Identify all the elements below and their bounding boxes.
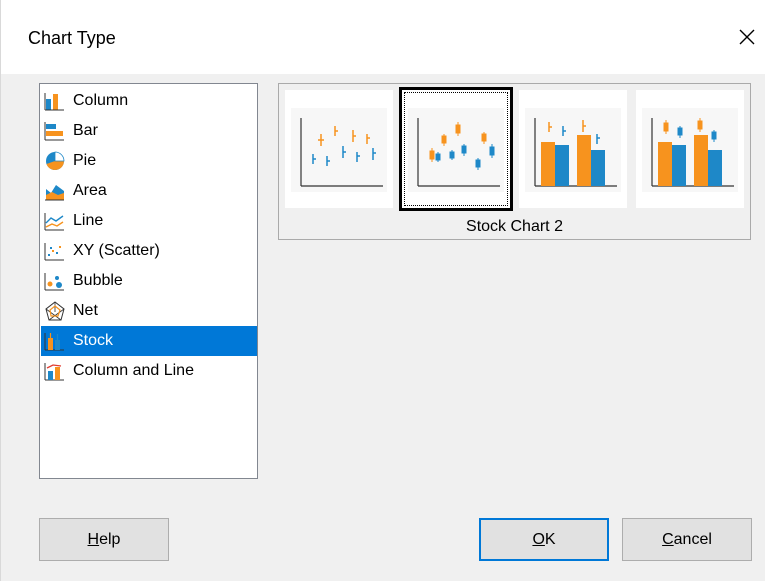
- chart-type-label: Bubble: [73, 272, 123, 289]
- chart-type-item-line[interactable]: Line: [41, 206, 257, 236]
- chart-type-label: Line: [73, 212, 104, 229]
- close-button[interactable]: [730, 20, 764, 54]
- chart-variant-panel: Stock Chart 2: [278, 83, 751, 240]
- chart-type-item-column-and-line[interactable]: Column and Line: [41, 356, 257, 386]
- chart-type-label: Stock: [73, 332, 114, 349]
- stock-chart-4-preview-icon: [642, 108, 738, 192]
- help-mnemonic: H: [87, 530, 100, 548]
- chart-type-item-net[interactable]: Net: [41, 296, 257, 326]
- stock-variant-3[interactable]: [519, 90, 627, 208]
- column-line-chart-icon: [43, 360, 67, 382]
- chart-type-label: Column and Line: [73, 362, 194, 379]
- stock-chart-1-preview-icon: [291, 108, 387, 192]
- bubble-chart-icon: [43, 270, 67, 292]
- cancel-button[interactable]: Cancel: [622, 518, 752, 561]
- pie-chart-icon: [43, 150, 67, 172]
- chart-type-label: XY (Scatter): [73, 242, 160, 259]
- line-chart-icon: [43, 210, 67, 232]
- stock-variant-2[interactable]: [399, 87, 513, 211]
- chart-type-item-bubble[interactable]: Bubble: [41, 266, 257, 296]
- stock-chart-icon: [43, 330, 67, 352]
- stock-chart-3-preview-icon: [525, 108, 621, 192]
- chart-type-item-bar[interactable]: Bar: [41, 116, 257, 146]
- chart-type-label: Area: [73, 182, 107, 199]
- area-chart-icon: [43, 180, 67, 202]
- chart-type-label: Pie: [73, 152, 97, 169]
- chart-type-item-area[interactable]: Area: [41, 176, 257, 206]
- chart-type-label: Net: [73, 302, 98, 319]
- scatter-chart-icon: [43, 240, 67, 262]
- chart-type-list[interactable]: Column Bar Pie Area Line XY (Scatter) Bu…: [39, 83, 258, 479]
- ok-mnemonic: O: [532, 530, 545, 548]
- net-chart-icon: [43, 300, 67, 322]
- help-label-rest: elp: [99, 530, 121, 548]
- chart-type-item-stock[interactable]: Stock: [41, 326, 257, 356]
- stock-variant-1[interactable]: [285, 90, 393, 208]
- stock-chart-2-preview-icon: [408, 108, 504, 192]
- title-bar-top: [1, 0, 765, 8]
- chart-type-item-xy-scatter[interactable]: XY (Scatter): [41, 236, 257, 266]
- chart-type-item-column[interactable]: Column: [41, 86, 257, 116]
- selected-variant-label: Stock Chart 2: [466, 218, 563, 235]
- close-icon: [739, 29, 755, 45]
- dialog-title: Chart Type: [28, 28, 116, 48]
- ok-button[interactable]: OK: [479, 518, 609, 561]
- cancel-label-rest: ancel: [673, 530, 712, 548]
- title-bar: Chart Type: [1, 8, 765, 74]
- chart-type-label: Column: [73, 92, 129, 109]
- cancel-mnemonic: C: [662, 530, 674, 548]
- stock-variant-4[interactable]: [636, 90, 744, 208]
- bar-chart-icon: [43, 120, 67, 142]
- ok-label-rest: K: [544, 530, 556, 548]
- help-button[interactable]: Help: [39, 518, 169, 561]
- chart-type-item-pie[interactable]: Pie: [41, 146, 257, 176]
- chart-type-label: Bar: [73, 122, 98, 139]
- chart-type-dialog: Chart Type Column Bar Pie Area Line XY (…: [0, 0, 765, 581]
- column-chart-icon: [43, 90, 67, 112]
